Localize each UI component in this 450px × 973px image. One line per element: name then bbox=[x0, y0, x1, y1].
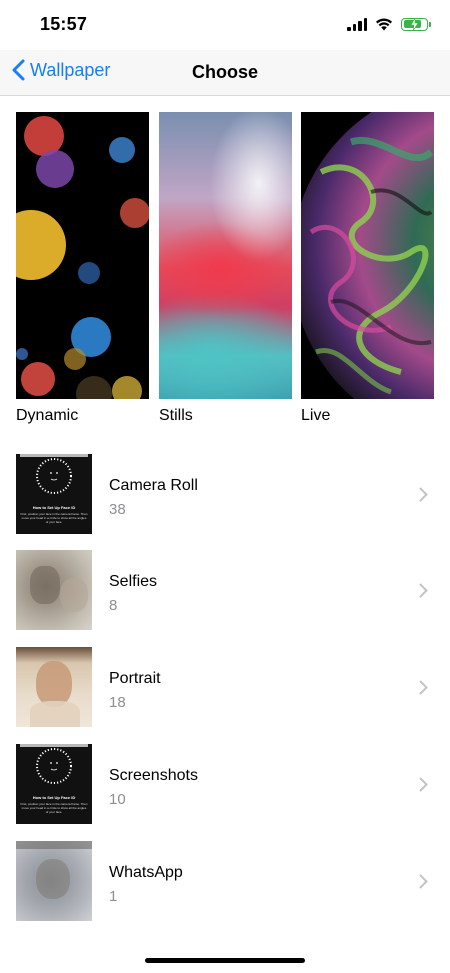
album-camera-roll[interactable]: How to Set Up Face ID First, position yo… bbox=[0, 454, 450, 534]
album-screenshots[interactable]: How to Set Up Face ID First, position yo… bbox=[0, 744, 450, 824]
status-bar: 15:57 bbox=[0, 0, 450, 50]
album-name: Selfies bbox=[109, 573, 158, 590]
album-thumbnail: How to Set Up Face ID First, position yo… bbox=[16, 744, 92, 824]
category-dynamic[interactable]: Dynamic bbox=[16, 112, 149, 424]
album-thumbnail bbox=[16, 647, 92, 727]
face-id-thumb-title: How to Set Up Face ID bbox=[32, 795, 76, 800]
category-live[interactable]: Live bbox=[301, 112, 434, 424]
face-id-thumb-body: First, position your face in the camera … bbox=[20, 512, 88, 524]
chevron-right-icon bbox=[419, 874, 428, 889]
album-count: 18 bbox=[109, 694, 126, 711]
album-name: Camera Roll bbox=[109, 477, 198, 494]
face-id-thumb-title: How to Set Up Face ID bbox=[32, 505, 76, 510]
wallpaper-categories: Dynamic Stills Live bbox=[16, 112, 434, 432]
album-count: 38 bbox=[109, 501, 126, 518]
category-label: Live bbox=[301, 407, 331, 424]
album-portrait[interactable]: Portrait 18 bbox=[0, 647, 450, 727]
dynamic-wallpaper-thumbnail bbox=[16, 112, 149, 399]
album-name: Portrait bbox=[109, 670, 161, 687]
category-label: Stills bbox=[159, 407, 193, 424]
status-icons bbox=[347, 16, 431, 32]
navigation-bar: Wallpaper Choose bbox=[0, 50, 450, 96]
chevron-right-icon bbox=[419, 487, 428, 502]
album-thumbnail bbox=[16, 550, 92, 630]
chevron-right-icon bbox=[419, 777, 428, 792]
battery-charging-icon bbox=[401, 17, 431, 31]
album-thumbnail bbox=[16, 841, 92, 921]
chevron-right-icon bbox=[419, 583, 428, 598]
live-wallpaper-thumbnail bbox=[301, 112, 434, 399]
album-name: Screenshots bbox=[109, 767, 198, 784]
album-count: 10 bbox=[109, 791, 126, 808]
album-selfies[interactable]: Selfies 8 bbox=[0, 550, 450, 630]
album-count: 8 bbox=[109, 597, 118, 614]
wifi-icon bbox=[376, 18, 392, 31]
album-name: WhatsApp bbox=[109, 864, 183, 881]
album-whatsapp[interactable]: WhatsApp 1 bbox=[0, 841, 450, 921]
face-id-thumb-body: First, position your face in the camera … bbox=[20, 802, 88, 814]
album-count: 1 bbox=[109, 888, 118, 905]
chevron-right-icon bbox=[419, 680, 428, 695]
cellular-signal-icon bbox=[347, 17, 367, 31]
category-label: Dynamic bbox=[16, 407, 79, 424]
page-title: Choose bbox=[191, 62, 258, 82]
album-thumbnail: How to Set Up Face ID First, position yo… bbox=[16, 454, 92, 534]
stills-wallpaper-thumbnail bbox=[159, 112, 292, 399]
status-time: 15:57 bbox=[40, 14, 88, 34]
category-stills[interactable]: Stills bbox=[159, 112, 292, 424]
home-indicator[interactable] bbox=[145, 958, 305, 963]
